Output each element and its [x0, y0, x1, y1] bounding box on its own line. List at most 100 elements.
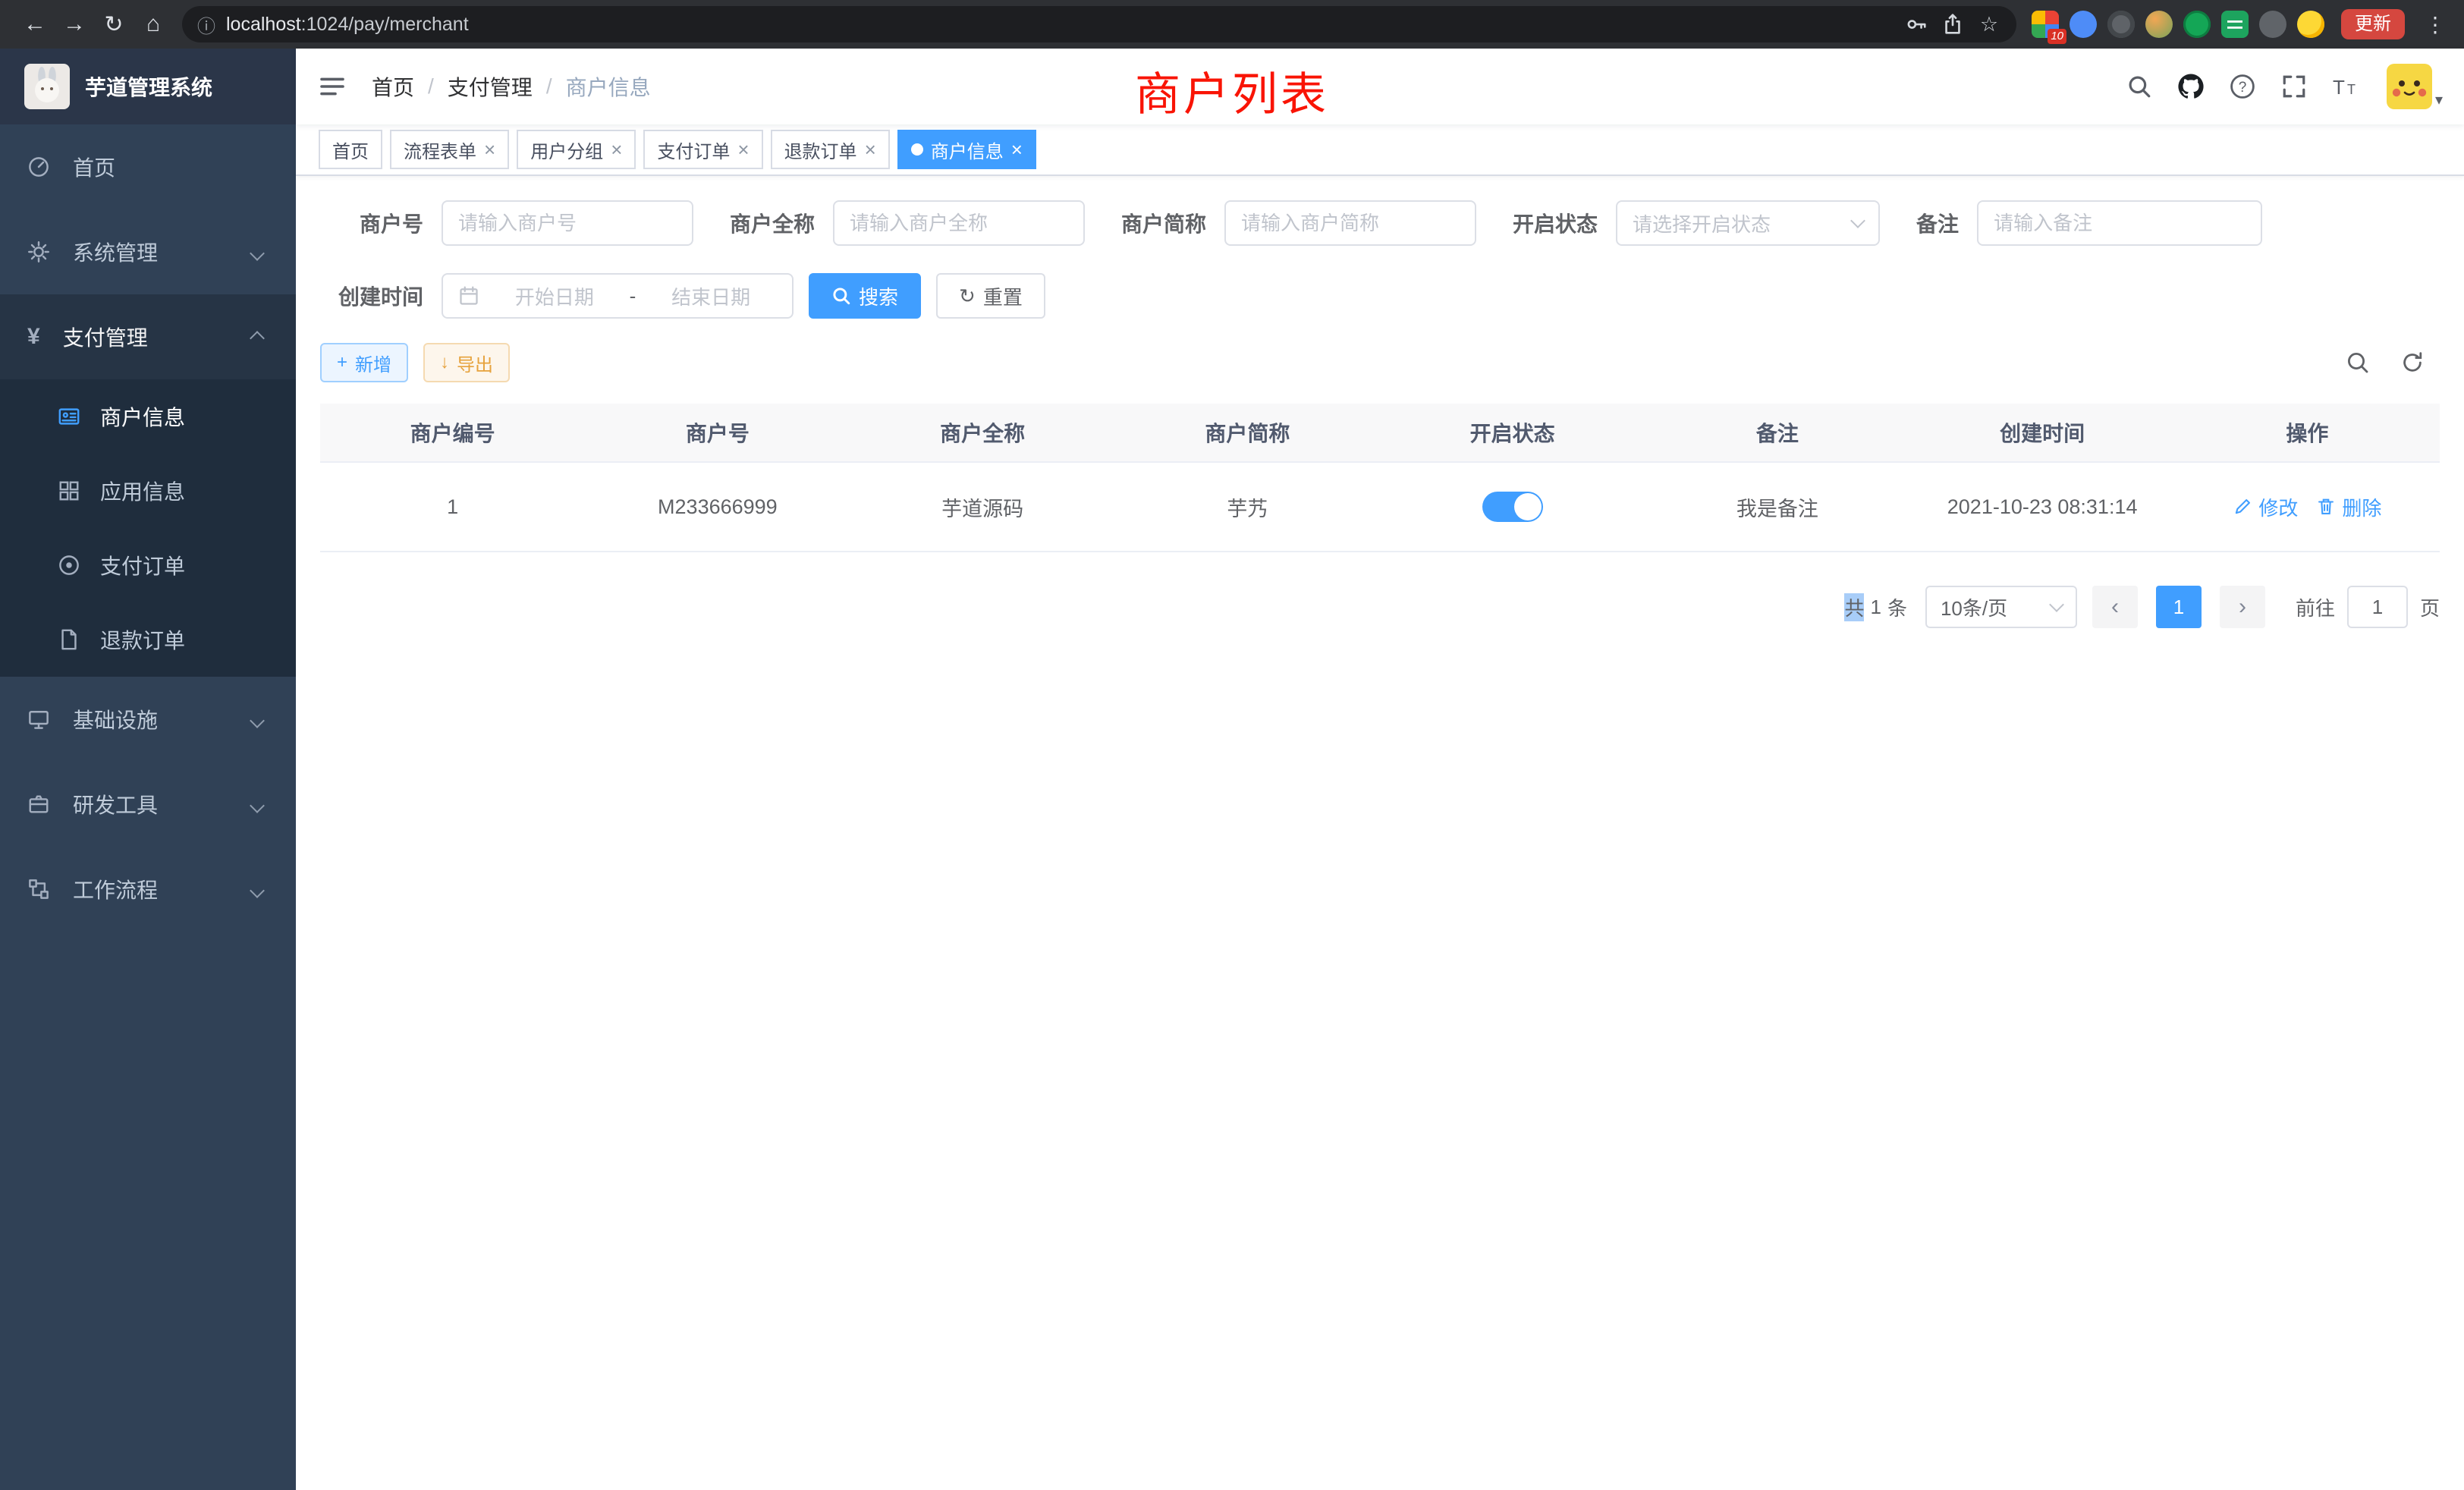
tab-home[interactable]: 首页 — [319, 130, 382, 169]
range-separator: - — [630, 284, 636, 308]
profile-avatar-icon[interactable] — [2145, 11, 2173, 38]
total-suffix: 条 — [1887, 593, 1907, 621]
filter-create-time: 创建时间 开始日期 - 结束日期 — [320, 273, 794, 319]
tab-refund-order[interactable]: 退款订单 × — [771, 130, 890, 169]
font-size-icon[interactable]: TT — [2323, 64, 2368, 109]
sidebar-item-label: 工作流程 — [73, 874, 158, 904]
tab-user-group[interactable]: 用户分组 × — [517, 130, 636, 169]
sidebar-item-app-info[interactable]: 应用信息 — [0, 454, 296, 528]
active-tab-dot — [911, 143, 923, 156]
create-time-range-picker[interactable]: 开始日期 - 结束日期 — [442, 273, 794, 319]
sidebar-item-dev-tools[interactable]: 研发工具 — [0, 762, 296, 847]
site-info-icon[interactable]: ⓘ — [197, 11, 215, 38]
breadcrumb-separator: / — [428, 74, 434, 99]
delete-button[interactable]: 删除 — [2316, 493, 2381, 521]
page-size-select[interactable]: 10条/页 — [1925, 586, 2077, 628]
id-card-icon — [58, 405, 80, 428]
bookmark-star-icon[interactable]: ☆ — [1971, 9, 2007, 39]
app-logo-area[interactable]: 芋道管理系统 — [0, 49, 296, 124]
export-button[interactable]: ↓ 导出 — [423, 343, 510, 382]
close-icon[interactable]: × — [1011, 140, 1023, 159]
add-button[interactable]: + 新增 — [320, 343, 408, 382]
sidebar-item-infrastructure[interactable]: 基础设施 — [0, 677, 296, 762]
edit-button[interactable]: 修改 — [2233, 493, 2298, 521]
payment-submenu: 商户信息 应用信息 支付订单 — [0, 379, 296, 677]
reset-button[interactable]: ↻ 重置 — [936, 273, 1045, 319]
flow-icon — [27, 878, 50, 901]
sidebar-item-label: 系统管理 — [73, 237, 158, 267]
breadcrumb-home[interactable]: 首页 — [372, 71, 414, 102]
tab-pay-order[interactable]: 支付订单 × — [643, 130, 762, 169]
extension-smiley-icon[interactable] — [2297, 11, 2324, 38]
close-icon[interactable]: × — [737, 140, 749, 159]
next-page-button[interactable]: › — [2220, 586, 2265, 628]
filter-full-name: 商户全称 — [730, 200, 1085, 246]
user-avatar[interactable]: ▾ — [2387, 64, 2443, 109]
sidebar-item-refund-order[interactable]: 退款订单 — [0, 602, 296, 677]
extension-grid-icon[interactable]: 10 — [2032, 11, 2059, 38]
forward-icon[interactable]: → — [55, 3, 94, 46]
extension-puzzle-icon[interactable] — [2259, 11, 2286, 38]
sidebar-item-home[interactable]: 首页 — [0, 124, 296, 209]
tab-label: 商户信息 — [931, 137, 1004, 163]
browser-menu-icon[interactable]: ⋮ — [2422, 12, 2449, 37]
merchant-no-input[interactable] — [458, 212, 677, 235]
close-icon[interactable]: × — [865, 140, 876, 159]
search-button[interactable]: 搜索 — [809, 273, 921, 319]
chevron-down-icon — [252, 792, 262, 816]
breadcrumb-payment[interactable]: 支付管理 — [448, 71, 533, 102]
toolbar-right-icons — [2346, 350, 2440, 375]
sidebar-item-merchant-info[interactable]: 商户信息 — [0, 379, 296, 454]
status-select[interactable]: 请选择开启状态 — [1616, 200, 1880, 246]
help-icon[interactable]: ? — [2220, 64, 2265, 109]
caret-down-icon: ▾ — [2435, 90, 2443, 109]
short-name-input-wrap — [1224, 200, 1476, 246]
extension-blue-icon[interactable] — [2070, 11, 2097, 38]
sidebar: 芋道管理系统 首页 系统管理 ¥ — [0, 49, 296, 1490]
tab-process-form[interactable]: 流程表单 × — [390, 130, 509, 169]
extension-dark-icon[interactable] — [2107, 11, 2135, 38]
back-icon[interactable]: ← — [15, 3, 55, 46]
fullscreen-icon[interactable] — [2271, 64, 2317, 109]
search-icon[interactable] — [2117, 64, 2162, 109]
remark-label: 备注 — [1916, 208, 1959, 238]
create-time-label: 创建时间 — [320, 281, 423, 311]
goto-page-input[interactable] — [2347, 586, 2408, 628]
sidebar-menu: 首页 系统管理 ¥ 支付管理 — [0, 124, 296, 1490]
full-name-input[interactable] — [850, 212, 1068, 235]
grid-icon — [58, 479, 80, 502]
browser-update-button[interactable]: 更新 — [2341, 9, 2405, 39]
page-button-1[interactable]: 1 — [2156, 586, 2202, 628]
hamburger-icon[interactable] — [296, 49, 369, 124]
home-icon[interactable]: ⌂ — [134, 3, 173, 46]
chevron-down-icon — [252, 877, 262, 901]
share-icon[interactable] — [1934, 9, 1971, 39]
sidebar-item-workflow[interactable]: 工作流程 — [0, 847, 296, 932]
table-header-row: 商户编号 商户号 商户全称 商户简称 开启状态 备注 创建时间 操作 — [320, 404, 2440, 463]
chevron-down-icon — [2049, 597, 2064, 612]
github-icon[interactable] — [2168, 64, 2214, 109]
svg-text:?: ? — [2239, 80, 2247, 96]
content: 商户号 商户全称 商户简称 — [296, 176, 2464, 1490]
sidebar-item-pay-order[interactable]: 支付订单 — [0, 528, 296, 602]
remark-input[interactable] — [1994, 212, 2246, 235]
status-toggle[interactable] — [1482, 492, 1543, 522]
cell-merchant-id: 1 — [320, 463, 585, 551]
breadcrumb-current: 商户信息 — [566, 71, 651, 102]
sidebar-item-system[interactable]: 系统管理 — [0, 209, 296, 294]
reload-icon[interactable]: ↻ — [94, 3, 134, 46]
extension-green-circle-icon[interactable] — [2183, 11, 2211, 38]
close-icon[interactable]: × — [611, 140, 622, 159]
plus-icon: + — [337, 352, 347, 373]
close-icon[interactable]: × — [484, 140, 495, 159]
toggle-search-icon[interactable] — [2346, 350, 2370, 375]
refresh-table-icon[interactable] — [2400, 350, 2425, 375]
sidebar-item-payment[interactable]: ¥ 支付管理 — [0, 294, 296, 379]
tab-merchant-info[interactable]: 商户信息 × — [897, 130, 1036, 169]
extension-sheet-icon[interactable] — [2221, 11, 2249, 38]
status-select-placeholder: 请选择开启状态 — [1633, 209, 1771, 237]
password-key-icon[interactable] — [1898, 9, 1934, 39]
url-bar[interactable]: ⓘ localhost:1024/pay/merchant ☆ — [182, 6, 2016, 42]
short-name-input[interactable] — [1241, 212, 1460, 235]
prev-page-button[interactable]: ‹ — [2092, 586, 2138, 628]
